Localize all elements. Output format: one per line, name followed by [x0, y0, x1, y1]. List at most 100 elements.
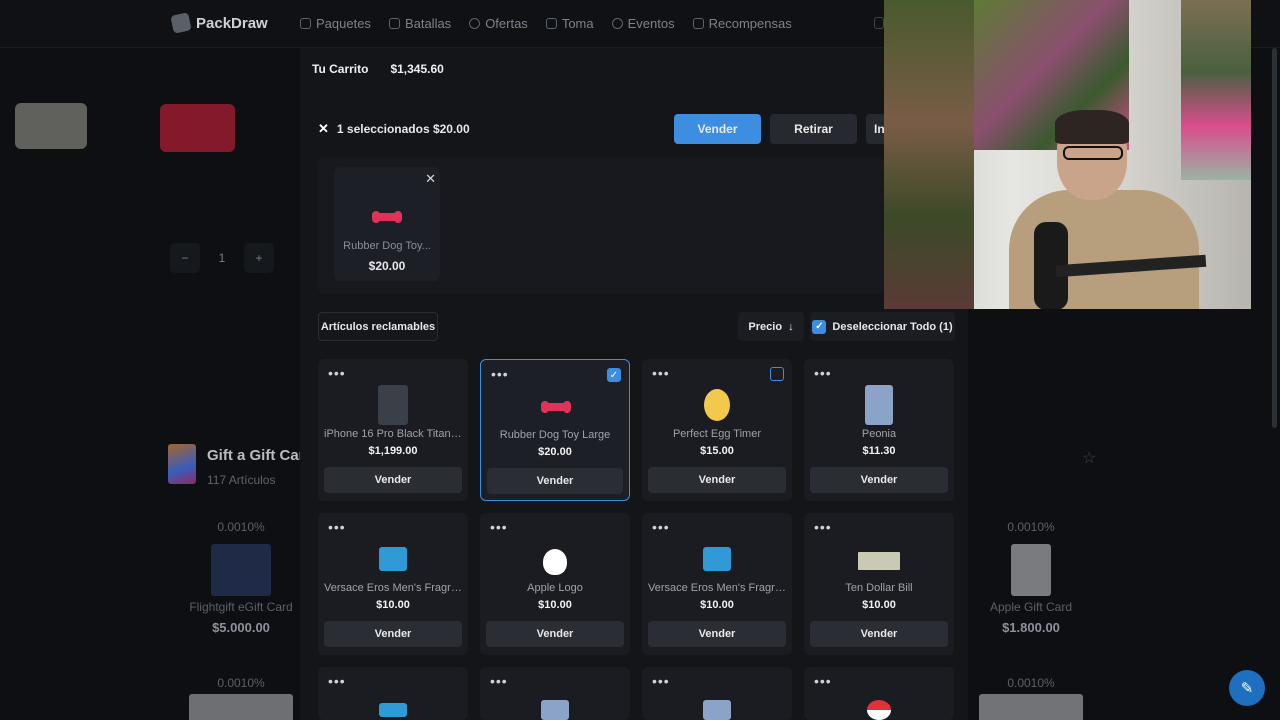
sell-item-button[interactable]: Vender [324, 621, 462, 647]
sell-item-button[interactable]: Vender [810, 621, 948, 647]
nav-label: Ofertas [485, 16, 528, 31]
page-scrollbar[interactable] [1272, 48, 1277, 428]
background-item: 0.0010% Flightgift eGift Card $5.000.00 [181, 520, 301, 635]
item-card[interactable]: ••• Apple Logo $10.00 Vender [480, 513, 630, 655]
calendar-icon [611, 18, 623, 29]
nav-item-paquetes[interactable]: Paquetes [300, 16, 371, 31]
fragrance-bottle-icon [379, 703, 407, 717]
user-icon[interactable] [874, 17, 884, 29]
more-options-icon[interactable]: ••• [328, 673, 346, 689]
item-name: Flightgift eGift Card [189, 600, 293, 614]
more-options-icon[interactable]: ••• [652, 519, 670, 535]
sell-button[interactable]: Vender [674, 114, 761, 144]
item-card[interactable]: ••• [642, 667, 792, 720]
more-options-icon[interactable]: ••• [652, 673, 670, 689]
sort-price-button[interactable]: Precio ↓ [738, 312, 804, 341]
help-chat-button[interactable]: ✎ [1229, 670, 1265, 706]
claimable-items-button[interactable]: Artículos reclamables [318, 312, 438, 341]
nav-item-batallas[interactable]: Batallas [388, 16, 452, 31]
favorite-star-icon[interactable]: ☆ [1082, 448, 1096, 468]
selected-item-name: Rubber Dog Toy... [343, 240, 431, 252]
egg-timer-icon [704, 389, 730, 421]
checkbox-icon[interactable] [770, 367, 784, 381]
more-options-icon[interactable]: ••• [491, 366, 509, 382]
gift-icon [692, 18, 704, 29]
checkbox-checked-icon[interactable]: ✓ [607, 368, 621, 382]
nav-item-recompensas[interactable]: Recompensas [692, 16, 792, 31]
remove-item-icon[interactable]: ✕ [425, 171, 436, 187]
item-price: $10.00 [538, 599, 572, 611]
item-image [979, 694, 1083, 720]
item-card[interactable]: ••• [804, 667, 954, 720]
cart-title: Tu Carrito [312, 62, 369, 76]
more-options-icon[interactable]: ••• [328, 365, 346, 381]
sell-item-button[interactable]: Vender [487, 468, 623, 494]
nav-label: Batallas [404, 16, 452, 31]
nav-item-toma[interactable]: Toma [545, 16, 594, 31]
item-card[interactable]: ••• [480, 667, 630, 720]
brand-logo[interactable]: PackDraw [170, 12, 268, 34]
selection-summary: ✕ 1 seleccionados $20.00 [318, 121, 470, 137]
quantity-value: 1 [218, 251, 226, 265]
quantity-stepper: − 1 + [170, 243, 274, 273]
apple-gift-card-image [1011, 544, 1051, 596]
grab-icon [545, 18, 557, 29]
rubber-dog-toy-icon [541, 401, 571, 413]
item-card[interactable]: ••• Versace Eros Men's Fragra... $10.00 … [318, 513, 468, 655]
close-icon[interactable]: ✕ [318, 121, 329, 137]
card-image-icon [703, 700, 731, 720]
more-options-icon[interactable]: ••• [328, 519, 346, 535]
sell-item-button[interactable]: Vender [324, 467, 462, 493]
sell-item-button[interactable]: Vender [486, 621, 624, 647]
item-odds: 0.0010% [217, 520, 265, 534]
apple-logo-icon [543, 549, 567, 575]
item-card[interactable]: ••• Ten Dollar Bill $10.00 Vender [804, 513, 954, 655]
selected-item-card[interactable]: ✕ Rubber Dog Toy... $20.00 [334, 167, 440, 281]
fragrance-bottle-icon [703, 547, 731, 571]
withdraw-button[interactable]: Retirar [770, 114, 857, 144]
item-card[interactable]: ••• ✓ Rubber Dog Toy Large $20.00 Vender [480, 359, 630, 501]
category-title: Gift a Gift Car [207, 447, 305, 464]
flightgift-card-image [211, 544, 271, 596]
more-options-icon[interactable]: ••• [490, 673, 508, 689]
nav-item-eventos[interactable]: Eventos [611, 16, 675, 31]
iphone-icon [378, 385, 408, 425]
item-price: $11.30 [862, 445, 896, 457]
chat-icon: ✎ [1240, 680, 1254, 697]
selected-item-price: $20.00 [368, 259, 406, 273]
checkbox-checked-icon: ✓ [812, 319, 827, 334]
item-price: $10.00 [376, 599, 410, 611]
packdraw-logo-icon [170, 12, 192, 34]
item-card[interactable]: ••• iPhone 16 Pro Black Titaniu... $1,19… [318, 359, 468, 501]
more-options-icon[interactable]: ••• [490, 519, 508, 535]
item-price: $1,199.00 [368, 445, 418, 457]
sell-item-button[interactable]: Vender [810, 467, 948, 493]
item-card[interactable]: ••• [318, 667, 468, 720]
more-options-icon[interactable]: ••• [814, 673, 832, 689]
item-name: Versace Eros Men's Fragra... [648, 582, 791, 594]
item-card[interactable]: ••• Peonia $11.30 Vender [804, 359, 954, 501]
item-name: Perfect Egg Timer [672, 428, 762, 440]
item-odds: 0.0010% [1007, 676, 1055, 690]
decrement-button[interactable]: − [170, 243, 200, 273]
sell-item-button[interactable]: Vender [648, 621, 786, 647]
item-odds: 0.0010% [1007, 520, 1055, 534]
item-card[interactable]: ••• Versace Eros Men's Fragra... $10.00 … [642, 513, 792, 655]
nav-item-ofertas[interactable]: Ofertas [469, 16, 528, 31]
increment-button[interactable]: + [244, 243, 274, 273]
arrow-down-icon: ↓ [788, 320, 794, 333]
selection-text: 1 seleccionados $20.00 [336, 122, 470, 136]
webcam-overlay [884, 0, 1251, 309]
streamer-hair [1055, 110, 1129, 144]
more-button[interactable]: In [866, 114, 886, 144]
cart-total: $1,345.60 [390, 62, 444, 76]
more-options-icon[interactable]: ••• [814, 365, 832, 381]
sell-item-button[interactable]: Vender [648, 467, 786, 493]
item-card[interactable]: ••• Perfect Egg Timer $15.00 Vender [642, 359, 792, 501]
more-options-icon[interactable]: ••• [652, 365, 670, 381]
background-item: 0.0010% [181, 676, 301, 720]
item-name: Apple Logo [527, 582, 583, 594]
deselect-all-button[interactable]: ✓ Deseleccionar Todo (1) [810, 312, 955, 341]
more-options-icon[interactable]: ••• [814, 519, 832, 535]
category-thumbnail [168, 444, 196, 484]
